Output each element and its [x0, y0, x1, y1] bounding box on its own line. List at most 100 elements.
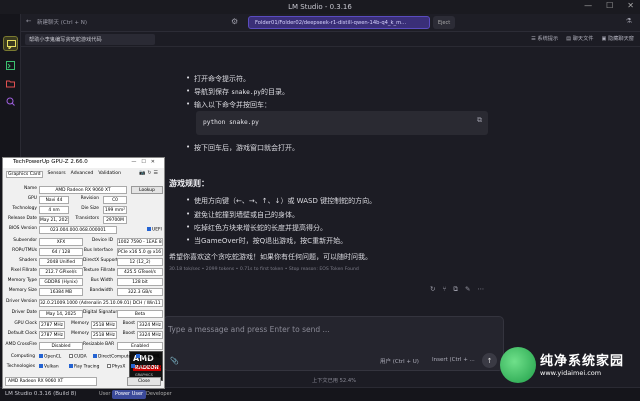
insert-button[interactable]: Insert (Ctrl + ... [432, 357, 475, 363]
gpuz-physx-label: PhysX [112, 364, 126, 370]
gpuz-field-label: DirectX Support [83, 258, 118, 263]
gpuz-field-value: GDDR6 (Hynix) [39, 278, 83, 286]
gpuz-opencl-label: OpenCL [44, 354, 62, 360]
gear-icon[interactable]: ⚙ [231, 17, 238, 26]
gpuz-directcompute: DirectCompute [93, 354, 131, 360]
gpuz-field-label: Transistors [75, 216, 99, 221]
gpuz-field-value: 2048 Unified [39, 258, 83, 266]
eject-button[interactable]: Eject [433, 16, 455, 29]
gpuz-uefi-check: UEFI [147, 227, 162, 233]
gpuz-field-label: Die Size [81, 206, 99, 211]
settings-flask-icon[interactable]: ⚗ [626, 17, 632, 25]
gpuz-field-label: Default Clock [7, 331, 37, 336]
regenerate-icon[interactable]: ↻ [430, 285, 435, 294]
rule-item: 当GameOver时，按Q退出游戏，按C重新开始。 [186, 236, 347, 246]
gpuz-close-button[interactable]: Close [127, 377, 161, 386]
gpuz-tab-graphics-card[interactable]: Graphics Card [6, 171, 43, 178]
mode-user[interactable]: User [96, 390, 113, 399]
branch-icon[interactable]: ⑂ [442, 285, 446, 294]
minimize-icon[interactable]: — [584, 1, 592, 10]
gpuz-raytracing-label: Ray Tracing [74, 364, 100, 370]
app-version: LM Studio 0.3.16 (Build 8) [5, 391, 77, 397]
gpuz-tech-row: Technologies Vulkan Ray Tracing PhysX Op… [5, 364, 165, 373]
site-watermark: 纯净系统家园 www.yidaimei.com [500, 344, 632, 394]
gpuz-field-value: May 21, 2025 [39, 216, 69, 224]
gpuz-field-value: 2787 MHz [39, 331, 65, 339]
rule-item: 使用方向键（←、→、↑、↓）或 WASD 键控制蛇的方向。 [186, 196, 376, 206]
top-bar: ← 新建聊天 (Ctrl + N) ⚙ Folder01/Folder02/de… [21, 14, 640, 32]
system-prompt-label: 系统提示 [537, 36, 559, 42]
gpuz-field-value: XFX [39, 238, 83, 246]
message-input[interactable]: Type a message and press Enter to send .… [163, 316, 504, 371]
new-chat-button[interactable]: 新建聊天 (Ctrl + N) [37, 18, 87, 26]
gpuz-row: Technology 4 nm Die Size 199 mm² [5, 206, 163, 215]
gpuz-vulkan: Vulkan [39, 364, 59, 370]
send-icon[interactable]: ↑ [482, 353, 497, 368]
maximize-icon[interactable]: ☐ [606, 1, 613, 10]
gpuz-row: Default Clock 2787 MHz Memory 2518 MHz Boost… [5, 331, 163, 340]
gpuz-title: TechPowerUp GPU-Z 2.66.0 [13, 159, 88, 165]
role-user-button[interactable]: 用户 (Ctrl + U) [380, 357, 419, 365]
gpuz-field-label: Memory Size [8, 288, 37, 293]
gpuz-field-value: C0 [103, 196, 127, 204]
gpuz-field-label: GPU Clock [14, 321, 37, 326]
chat-tab[interactable]: 帮助小李鬼编写贪吃蛇游戏代码 [25, 34, 155, 45]
chat-files-button[interactable]: ▤ 聊天文件 [566, 35, 593, 42]
gpuz-field-label: BIOS Version [8, 226, 37, 231]
closing-paragraph: 希望你喜欢这个贪吃蛇游戏！如果你有任何问题，可以随时问我。 [169, 253, 372, 261]
generation-stats: 30.18 tok/sec • 2099 tokens • 0.71s to f… [169, 267, 359, 272]
gpuz-toolbar-icons[interactable]: 📷↻☰ [139, 170, 160, 176]
sidebar-developer-button[interactable] [3, 58, 18, 73]
gpuz-field-value: Disabled [39, 342, 83, 350]
gpuz-tab-advanced[interactable]: Advanced [71, 171, 94, 178]
mode-power-user[interactable]: Power User [112, 390, 147, 399]
step-2-suffix: 的目录。 [261, 88, 290, 96]
edit-icon[interactable]: ✎ [465, 285, 470, 294]
system-prompt-button[interactable]: ☰ 系统提示 [531, 35, 558, 42]
context-usage: 上下文已用 52.4% [312, 378, 357, 384]
gpuz-field-label: Name [24, 186, 37, 191]
gpuz-row: Memory Type GDDR6 (Hynix) Bus Width 128 bit [5, 278, 163, 287]
back-icon[interactable]: ← [26, 17, 31, 25]
hide-chat-button[interactable]: ▣ 隐藏聊天窗 [601, 35, 634, 42]
rule-item: 避免让蛇撞到墙壁或自己的身体。 [186, 210, 299, 220]
gpuz-row: GPU Clock 2787 MHz Memory 2518 MHz Boost 3324… [5, 321, 163, 330]
gpuz-tab-sensors[interactable]: Sensors [48, 171, 66, 178]
gpuz-physx: PhysX [107, 364, 125, 370]
copy-message-icon[interactable]: ⧉ [453, 285, 458, 294]
close-icon[interactable]: ✕ [627, 1, 634, 10]
gpuz-raytracing: Ray Tracing [69, 364, 99, 370]
more-icon[interactable]: ⋯ [477, 285, 484, 294]
rule-item: 吃掉红色方块来增长蛇的长度并提高得分。 [186, 223, 327, 233]
sidebar-discover-button[interactable] [3, 94, 18, 109]
gpuz-row: AMD CrossFire Disabled Resizable BAR Enable… [5, 342, 163, 351]
gpuz-field-value: Beta [117, 310, 163, 318]
terminal-icon [6, 61, 15, 70]
gpuz-lookup-button[interactable]: Lookup [131, 186, 163, 194]
gpuz-field-label: Technology [12, 206, 37, 211]
sidebar-models-button[interactable] [3, 76, 18, 91]
gpuz-directml: DirectML [136, 354, 160, 360]
code-block: python snake.py ⧉ [196, 111, 488, 135]
gpuz-field-value: Navi 44 [39, 196, 69, 204]
copy-icon[interactable]: ⧉ [477, 116, 482, 125]
gpuz-gpu-select[interactable]: AMD Radeon RX 9060 XT [5, 377, 97, 386]
gpuz-window-controls[interactable]: —☐✕ [131, 159, 160, 165]
gpuz-row: Release Date May 21, 2025 Transistors 29700… [5, 216, 163, 225]
gpuz-field-value: May 14, 2025 [39, 310, 83, 318]
gpuz-field-value: PCIe x16 5.0 @ x16 5.0 [117, 248, 163, 256]
attach-icon[interactable]: 📎 [170, 357, 179, 365]
gpuz-field-value: 12 (12_2) [117, 258, 163, 266]
gpuz-tabs: Graphics Card Sensors Advanced Validatio… [6, 171, 121, 178]
gpuz-field-label: Boost [122, 331, 135, 336]
gpuz-row: SubvendorXFX Device ID 1002 7590 - 1EAE 86… [5, 238, 163, 247]
model-selector[interactable]: Folder01/Folder02/deepseek-r1-distill-qw… [248, 16, 430, 29]
gpuz-row: ROPs/TMUs 64 / 128 Bus Interface PCIe x16 5… [5, 248, 163, 257]
step-4: 按下回车后，游戏窗口就会打开。 [186, 143, 299, 153]
mode-developer[interactable]: Developer [143, 390, 175, 399]
gpuz-field-value: 29700M [103, 216, 127, 224]
gpuz-field-label: Device ID [91, 238, 113, 243]
gpuz-row: Driver Version 32.0.21009.1000 (Adrenalin… [5, 299, 163, 308]
sidebar-chat-button[interactable] [3, 36, 18, 51]
gpuz-tab-validation[interactable]: Validation [98, 171, 121, 178]
